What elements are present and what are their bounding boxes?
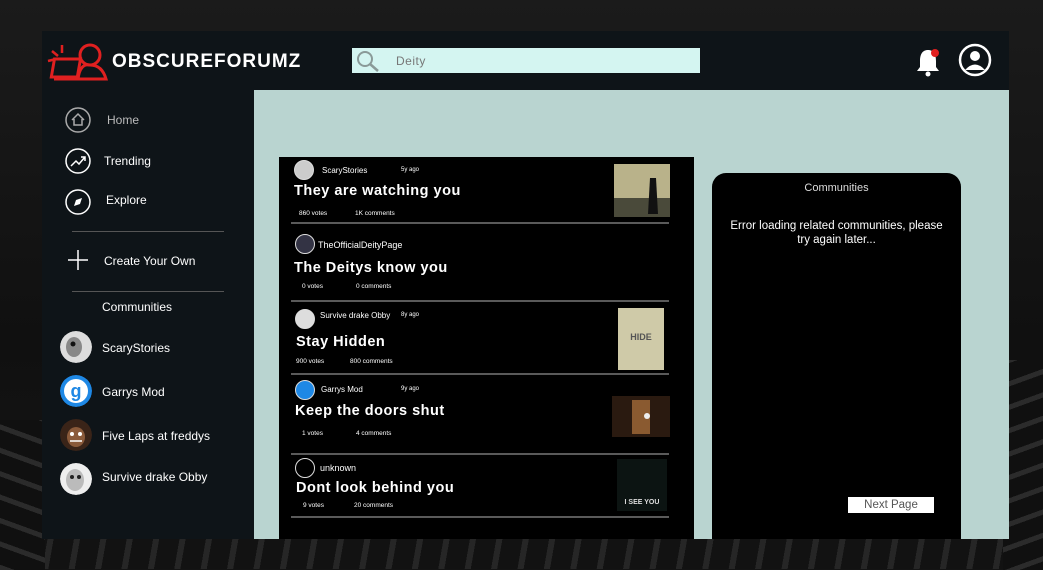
post-age: 8y ago — [401, 312, 420, 318]
notification-badge — [931, 49, 939, 57]
post-age: 5y ago — [401, 167, 420, 173]
trending-icon — [65, 148, 91, 174]
post-community-avatar — [295, 458, 315, 478]
background-floor-right — [1003, 360, 1043, 570]
sidebar-divider — [72, 231, 224, 232]
post-community[interactable]: Garrys Mod — [321, 385, 363, 394]
post-thumbnail[interactable]: HIDE — [618, 308, 664, 370]
post-votes: 0 votes — [302, 283, 323, 290]
post-card[interactable]: Garrys Mod 9y ago Keep the doors shut 1 … — [291, 375, 670, 455]
post-votes: 860 votes — [299, 210, 328, 217]
post-comments[interactable]: 1K comments — [355, 210, 395, 217]
profile-icon[interactable] — [958, 43, 992, 77]
community-avatar — [60, 331, 92, 363]
thumbnail-caption: HIDE — [630, 332, 652, 342]
post-comments[interactable]: 4 comments — [356, 430, 391, 437]
post-comments[interactable]: 0 comments — [356, 283, 391, 290]
post-card[interactable]: TheOfficialDeityPage The Deitys know you… — [291, 224, 669, 302]
background-floor-left — [0, 420, 45, 570]
community-name: Survive drake Obby — [102, 470, 208, 484]
plus-icon — [68, 250, 88, 270]
post-comments[interactable]: 800 comments — [350, 358, 393, 365]
post-thumbnail[interactable]: I SEE YOU — [617, 459, 667, 511]
community-avatar — [60, 419, 92, 451]
sidebar-label-explore: Explore — [106, 193, 147, 207]
sidebar-label-home: Home — [107, 113, 140, 127]
post-community-avatar — [294, 160, 314, 180]
thumbnail-caption: I SEE YOU — [624, 499, 660, 506]
top-bar: OBSCUREFORUMZ — [42, 31, 1009, 90]
post-community[interactable]: unknown — [320, 463, 356, 473]
community-avatar: g — [60, 375, 92, 407]
post-card[interactable]: Survive drake Obby 8y ago Stay Hidden 90… — [291, 302, 669, 375]
sidebar: Home Trending Explore Create Your Own Co… — [42, 90, 254, 539]
post-feed: ScaryStories 5y ago They are watching yo… — [279, 157, 694, 539]
post-community[interactable]: Survive drake Obby — [320, 311, 390, 320]
panel-title: Communities — [804, 182, 869, 194]
post-votes: 900 votes — [296, 358, 325, 365]
compass-icon — [65, 189, 91, 215]
related-communities-panel: Communities Error loading related commun… — [712, 173, 961, 539]
community-name: Garrys Mod — [102, 385, 165, 399]
sidebar-label-create: Create Your Own — [104, 254, 196, 268]
search-icon[interactable] — [354, 49, 380, 73]
community-name: Five Laps at freddys — [102, 429, 211, 443]
post-card[interactable]: ScaryStories 5y ago They are watching yo… — [291, 157, 670, 224]
post-card[interactable]: unknown Dont look behind you 9 votes 20 … — [291, 455, 669, 518]
brand-name[interactable]: OBSCUREFORUMZ — [112, 51, 301, 73]
error-message: Error loading related communities, pleas… — [730, 220, 943, 246]
post-thumbnail[interactable] — [612, 396, 670, 437]
search-bar[interactable] — [352, 48, 700, 73]
next-page-button[interactable]: Next Page — [848, 497, 934, 513]
post-separator — [291, 516, 669, 518]
sidebar-label-trending: Trending — [104, 154, 151, 168]
post-title[interactable]: Dont look behind you — [296, 480, 454, 496]
svg-text:g: g — [71, 381, 82, 401]
post-community-avatar — [295, 234, 315, 254]
post-title[interactable]: They are watching you — [294, 183, 461, 199]
post-title[interactable]: Stay Hidden — [296, 334, 385, 350]
community-name: ScaryStories — [102, 341, 171, 355]
hacker-logo-icon[interactable] — [44, 39, 110, 83]
post-title[interactable]: Keep the doors shut — [295, 403, 445, 419]
post-thumbnail[interactable] — [614, 164, 670, 217]
post-community-avatar — [295, 380, 315, 400]
post-community[interactable]: TheOfficialDeityPage — [318, 240, 402, 250]
post-community[interactable]: ScaryStories — [322, 166, 367, 175]
app-window: OBSCUREFORUMZ Home — [42, 31, 1009, 539]
search-input[interactable] — [396, 48, 686, 73]
home-icon — [65, 107, 91, 133]
post-community-avatar — [295, 309, 315, 329]
post-title[interactable]: The Deitys know you — [294, 260, 448, 276]
post-votes: 1 votes — [302, 430, 323, 437]
sidebar-divider — [72, 291, 224, 292]
community-avatar — [60, 463, 92, 495]
communities-heading: Communities — [102, 300, 173, 314]
post-votes: 9 votes — [303, 502, 324, 509]
post-comments[interactable]: 20 comments — [354, 502, 393, 509]
post-age: 9y ago — [401, 386, 420, 392]
